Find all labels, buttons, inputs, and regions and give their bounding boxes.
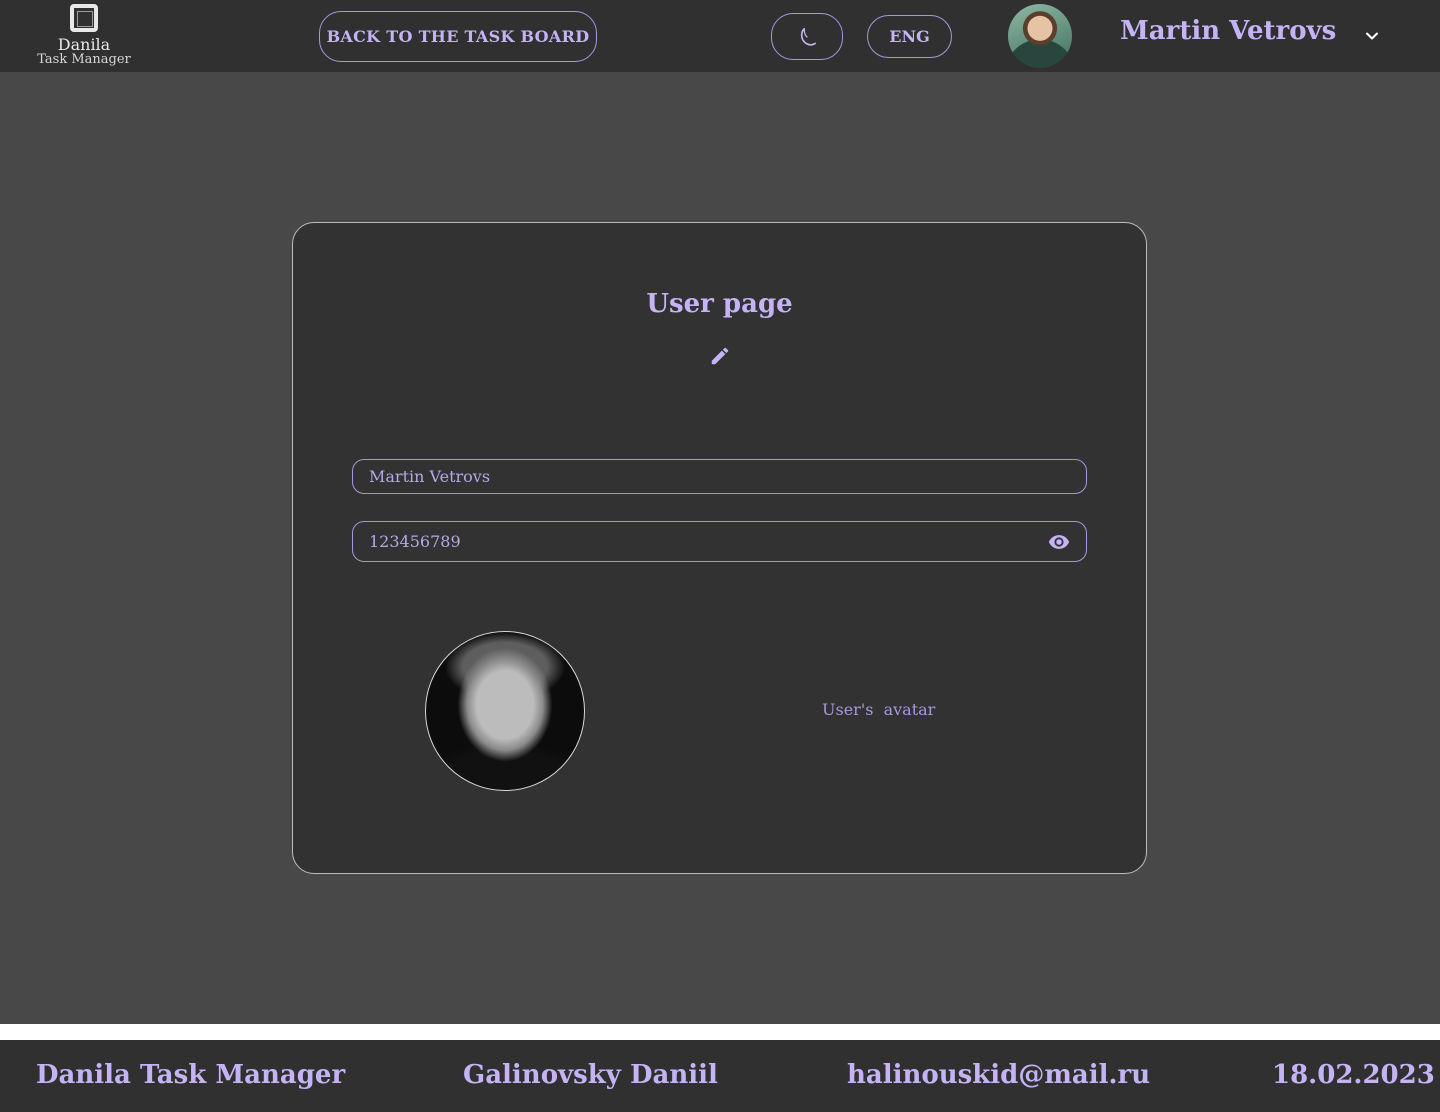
chevron-down-icon[interactable] xyxy=(1362,26,1382,46)
footer-app-name: Danila Task Manager xyxy=(36,1060,346,1090)
app-logo[interactable]: Danila Task Manager xyxy=(28,2,140,70)
pencil-icon[interactable] xyxy=(709,345,731,367)
logo-title: Danila xyxy=(57,35,111,54)
footer-author: Galinovsky Daniil xyxy=(463,1060,718,1090)
top-header: Danila Task Manager BACK TO THE TASK BOA… xyxy=(0,0,1440,72)
user-page-card: User page User's avatar xyxy=(292,222,1147,874)
footer-date: 18.02.2023 xyxy=(1272,1060,1435,1090)
user-avatar-image[interactable] xyxy=(425,631,585,791)
page-content: User page User's avatar xyxy=(0,72,1440,1024)
logo-subtitle: Task Manager xyxy=(37,52,131,67)
password-field[interactable] xyxy=(352,521,1087,562)
language-button[interactable]: ENG xyxy=(867,15,952,58)
footer: Danila Task Manager Galinovsky Daniil ha… xyxy=(0,1040,1440,1112)
avatar-label: User's avatar xyxy=(822,700,936,719)
back-to-task-board-button[interactable]: BACK TO THE TASK BOARD xyxy=(319,11,597,62)
footer-email[interactable]: halinouskid@mail.ru xyxy=(847,1060,1150,1090)
page-title: User page xyxy=(646,289,793,319)
header-avatar[interactable] xyxy=(1008,4,1072,68)
eye-icon[interactable] xyxy=(1047,531,1071,553)
window-icon xyxy=(70,4,98,32)
name-field[interactable] xyxy=(352,459,1087,494)
header-user-name[interactable]: Martin Vetrovs xyxy=(1120,16,1336,46)
moon-icon xyxy=(800,27,817,46)
theme-toggle-button[interactable] xyxy=(771,13,843,60)
